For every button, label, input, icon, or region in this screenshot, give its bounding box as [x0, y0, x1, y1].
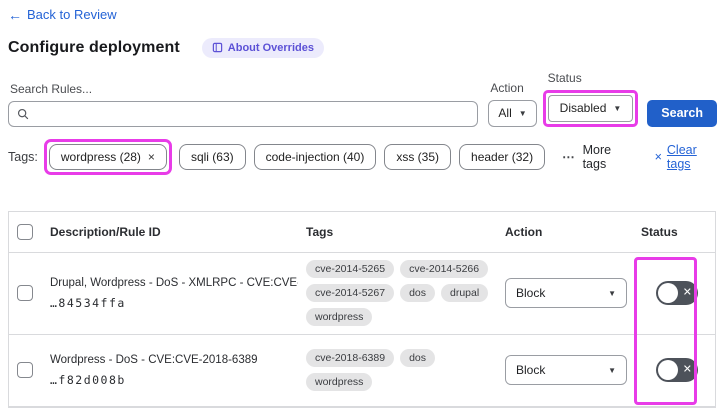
select-all-checkbox[interactable]	[17, 223, 33, 240]
column-header-tags: Tags	[306, 224, 334, 239]
action-filter-value: All	[498, 106, 512, 120]
rule-tag-chip: cve-2014-5267	[306, 284, 395, 302]
status-filter-label: Status	[547, 70, 582, 85]
highlight-box-status-filter: Disabled ▼	[542, 89, 639, 127]
rule-tag-chip: dos	[400, 349, 435, 367]
rule-action-value: Block	[516, 363, 546, 377]
status-filter-dropdown[interactable]: Disabled ▼	[547, 94, 634, 122]
search-rules-label: Search Rules...	[10, 81, 93, 96]
rule-status-toggle[interactable]: ✕	[656, 281, 698, 305]
page-title: Configure deployment	[8, 38, 180, 56]
action-filter-label: Action	[490, 80, 524, 95]
tag-filter-label: sqli (63)	[190, 149, 234, 164]
tag-filter-header[interactable]: header (32)	[459, 143, 546, 170]
more-tags-label: More tags	[582, 142, 612, 171]
rule-action-dropdown[interactable]: Block ▼	[505, 355, 627, 385]
tags-bar: Tags: wordpress (28) × sqli (63) code-in…	[8, 138, 717, 175]
rule-action-value: Block	[516, 286, 546, 300]
rule-tag-chip: cve-2018-6389	[306, 349, 395, 367]
rule-tag-chip: dos	[400, 284, 435, 302]
rule-status-toggle[interactable]: ✕	[656, 358, 698, 382]
rule-id: …f82d008b	[50, 372, 126, 387]
rule-tag-chip: drupal	[441, 284, 489, 302]
column-header-description: Description/Rule ID	[50, 224, 161, 239]
action-filter-dropdown[interactable]: All ▼	[488, 99, 537, 127]
filter-row: Search Rules... Action All ▼ Status Disa…	[8, 71, 717, 127]
about-overrides-badge[interactable]: About Overrides	[201, 37, 324, 58]
chevron-down-icon: ▼	[608, 365, 616, 375]
tag-filter-label: wordpress (28)	[60, 149, 141, 164]
more-tags-button[interactable]: ⋯ More tags	[562, 143, 631, 171]
search-icon	[17, 108, 29, 119]
column-header-status: Status	[641, 224, 678, 239]
table-header-row: Description/Rule ID Tags Action Status	[9, 212, 715, 253]
ellipsis-icon: ⋯	[562, 150, 576, 164]
rule-tag-chip: cve-2014-5266	[400, 260, 489, 278]
tag-filter-xss[interactable]: xss (35)	[384, 143, 452, 170]
search-rules-box	[8, 100, 479, 127]
toggle-knob	[658, 360, 678, 380]
back-arrow-icon: ←	[8, 6, 22, 23]
row-checkbox[interactable]	[17, 285, 33, 301]
tag-filter-wordpress[interactable]: wordpress (28) ×	[48, 143, 167, 170]
tag-filter-label: code-injection (40)	[265, 149, 365, 164]
toggle-off-icon: ✕	[682, 363, 692, 376]
tag-filter-code-injection[interactable]: code-injection (40)	[253, 143, 377, 170]
rule-tag-chip: wordpress	[306, 308, 373, 326]
tag-filter-sqli[interactable]: sqli (63)	[178, 143, 246, 170]
chevron-down-icon: ▼	[608, 288, 616, 298]
tag-filter-label: xss (35)	[396, 149, 440, 164]
clear-x-icon: ×	[654, 149, 662, 164]
rule-tag-chip: wordpress	[306, 373, 373, 391]
table-row: Wordpress - DoS - CVE:CVE-2018-6389 …f82…	[9, 335, 715, 407]
table-row: Drupal, Wordpress - DoS - XMLRPC - CVE:C…	[9, 253, 715, 335]
chevron-down-icon: ▼	[613, 103, 622, 113]
back-link-label: Back to Review	[27, 7, 117, 22]
search-button[interactable]: Search	[647, 99, 717, 127]
tag-filter-label: header (32)	[471, 149, 534, 164]
chevron-down-icon: ▼	[518, 108, 527, 118]
search-rules-input[interactable]	[35, 106, 470, 121]
clear-tags-button[interactable]: × Clear tags	[655, 143, 717, 171]
row-checkbox[interactable]	[17, 362, 33, 378]
toggle-knob	[658, 283, 678, 303]
rules-table: Description/Rule ID Tags Action Status D…	[8, 210, 716, 408]
clear-tags-label: Clear tags	[666, 142, 697, 171]
rule-tag-chip: cve-2014-5265	[306, 260, 395, 278]
about-overrides-label: About Overrides	[227, 41, 314, 54]
remove-tag-icon[interactable]: ×	[148, 150, 155, 164]
rule-action-dropdown[interactable]: Block ▼	[505, 278, 627, 308]
rule-description: Drupal, Wordpress - DoS - XMLRPC - CVE:C…	[50, 276, 298, 289]
title-row: Configure deployment About Overrides	[8, 37, 717, 58]
back-to-review-link[interactable]: ← Back to Review	[8, 7, 117, 22]
tags-bar-label: Tags:	[8, 149, 38, 164]
column-header-action: Action	[505, 224, 543, 239]
status-filter-value: Disabled	[559, 101, 607, 115]
rule-id: …84534ffa	[50, 295, 126, 310]
highlight-box-selected-tag: wordpress (28) ×	[43, 138, 172, 175]
rule-description: Wordpress - DoS - CVE:CVE-2018-6389	[50, 353, 258, 366]
book-icon	[212, 42, 223, 53]
toggle-off-icon: ✕	[682, 286, 692, 299]
